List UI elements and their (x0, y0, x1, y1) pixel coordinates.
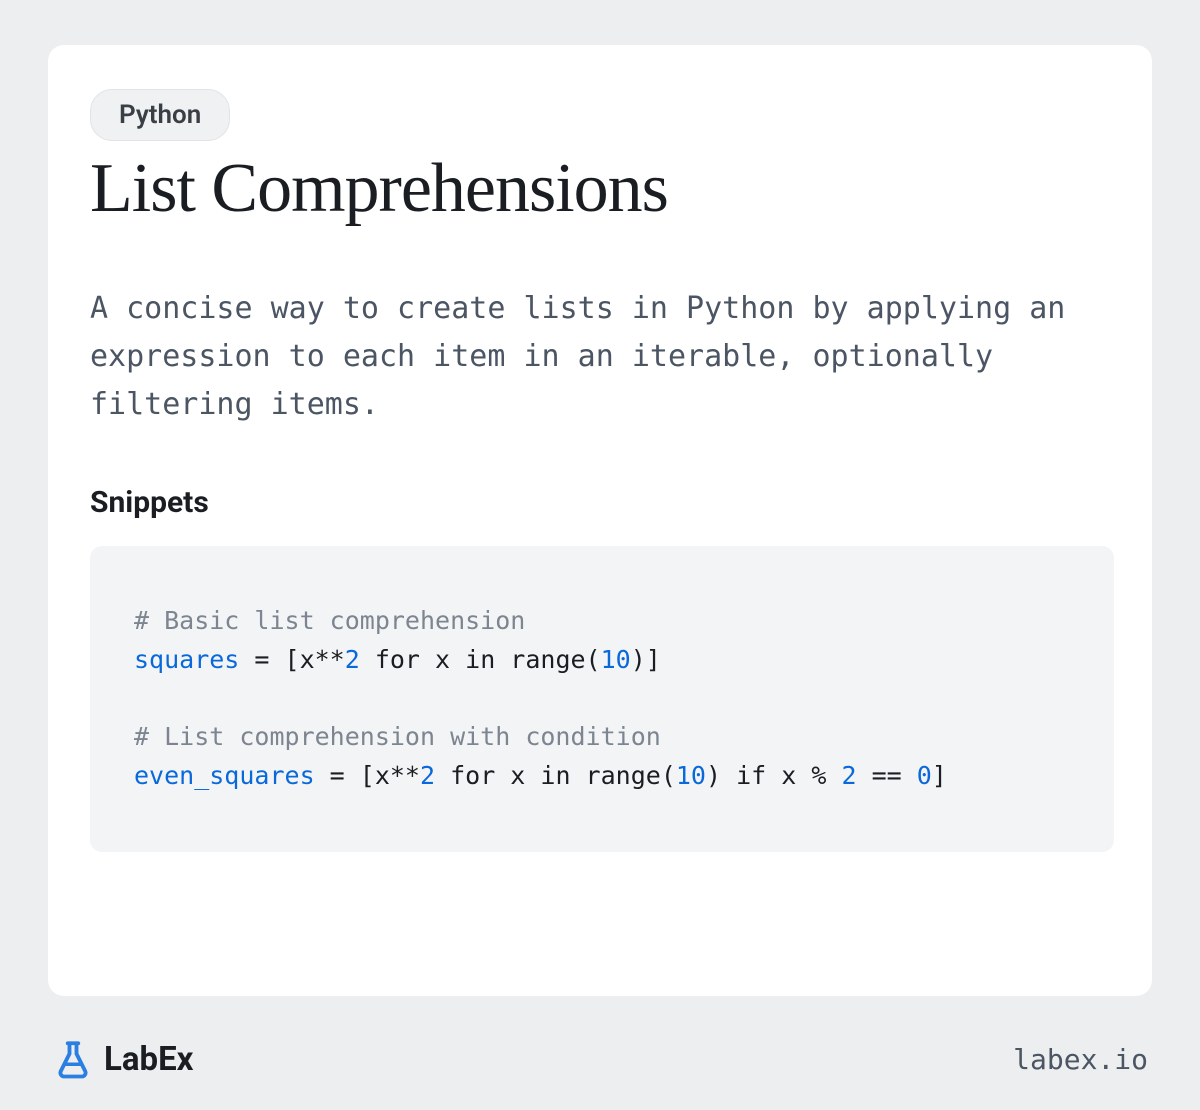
site-url: labex.io (1013, 1043, 1148, 1076)
code-line-1: # Basic list comprehension (134, 602, 1070, 641)
logo: LabEx (52, 1038, 193, 1080)
code-text: for x in range( (435, 761, 676, 790)
code-text: )] (631, 645, 661, 674)
code-text: for x in range( (360, 645, 601, 674)
code-text: = [x** (315, 761, 420, 790)
page-title: List Comprehensions (90, 149, 1114, 229)
code-number: 10 (676, 761, 706, 790)
code-var: even_squares (134, 761, 315, 790)
code-number: 0 (917, 761, 932, 790)
language-badge: Python (90, 89, 230, 141)
code-text: ) if x % (706, 761, 841, 790)
code-number: 10 (601, 645, 631, 674)
code-number: 2 (420, 761, 435, 790)
code-comment: # List comprehension with condition (134, 722, 661, 751)
code-comment: # Basic list comprehension (134, 606, 525, 635)
code-line-blank (134, 680, 1070, 719)
code-line-2: squares = [x**2 for x in range(10)] (134, 641, 1070, 680)
content-card: Python List Comprehensions A concise way… (48, 45, 1152, 996)
code-number: 2 (345, 645, 360, 674)
code-text: == (857, 761, 917, 790)
description-text: A concise way to create lists in Python … (90, 285, 1114, 429)
code-line-5: even_squares = [x**2 for x in range(10) … (134, 757, 1070, 796)
code-block: # Basic list comprehension squares = [x*… (90, 546, 1114, 852)
code-number: 2 (841, 761, 856, 790)
flask-icon (52, 1038, 94, 1080)
logo-text: LabEx (104, 1040, 193, 1079)
snippets-heading: Snippets (90, 485, 1114, 520)
code-var: squares (134, 645, 239, 674)
footer: LabEx labex.io (48, 1038, 1152, 1080)
code-text: ] (932, 761, 947, 790)
code-line-4: # List comprehension with condition (134, 718, 1070, 757)
code-text: = [x** (239, 645, 344, 674)
